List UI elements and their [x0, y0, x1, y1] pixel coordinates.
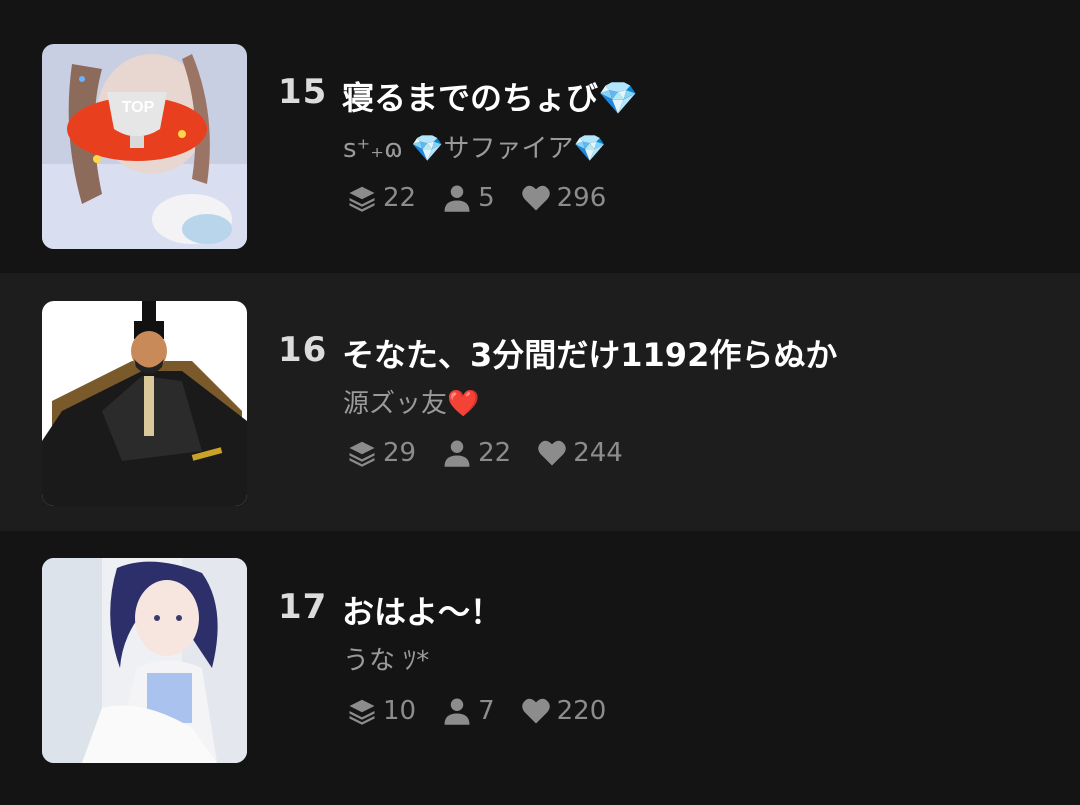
heart-icon — [538, 440, 566, 466]
item-title[interactable]: そなた、3分間だけ1192作らぬか — [342, 330, 837, 376]
users-count: 5 — [478, 183, 495, 213]
author-name[interactable]: うな ﾂ* — [343, 640, 429, 677]
rank-number: 15 — [278, 72, 328, 112]
users-stat: 22 — [442, 438, 511, 468]
thumbnail[interactable] — [42, 558, 247, 763]
list-item[interactable]: 17 おはよ〜！ うな ﾂ* 10 7 220 — [0, 531, 1080, 805]
stack-icon — [349, 186, 375, 212]
users-stat: 5 — [442, 183, 495, 213]
chapters-count: 10 — [383, 696, 417, 726]
heart-icon — [521, 185, 550, 211]
top-badge-text: TOP — [122, 99, 155, 116]
stats-row: 29 22 244 — [347, 438, 649, 468]
thumbnail[interactable]: TOP — [42, 44, 247, 249]
chapters-stat: 10 — [347, 696, 416, 726]
users-count: 22 — [478, 438, 512, 468]
likes-count: 296 — [556, 183, 607, 213]
likes-count: 220 — [556, 696, 607, 726]
likes-count: 244 — [573, 438, 623, 468]
item-title[interactable]: おはよ〜！ — [342, 587, 502, 633]
stats-row: 10 7 220 — [347, 696, 632, 726]
chapters-count: 29 — [383, 438, 417, 468]
item-title[interactable]: 寝るまでのちょび💎 — [342, 73, 638, 119]
likes-stat: 296 — [521, 183, 607, 213]
users-stat: 7 — [442, 696, 495, 726]
chapters-stat: 22 — [347, 183, 416, 213]
chapters-count: 22 — [383, 183, 417, 213]
person-icon — [444, 185, 470, 212]
thumbnail[interactable] — [42, 301, 247, 506]
stats-row: 22 5 296 — [347, 183, 632, 213]
likes-stat: 220 — [521, 696, 607, 726]
rank-number: 16 — [278, 330, 328, 370]
users-count: 7 — [478, 696, 495, 726]
person-icon — [444, 440, 470, 467]
stack-icon — [349, 441, 375, 467]
rank-number: 17 — [278, 587, 328, 627]
likes-stat: 244 — [537, 438, 623, 468]
list-item[interactable]: TOP 15 寝るまでのちょび💎 s⁺₊ɷ 💎サファイア💎 22 5 296 — [0, 0, 1080, 273]
list-item[interactable]: 16 そなた、3分間だけ1192作らぬか 源ズッ友❤️ 29 22 244 — [0, 273, 1080, 531]
chapters-stat: 29 — [347, 438, 416, 468]
author-name[interactable]: 源ズッ友❤️ — [343, 383, 479, 420]
heart-icon — [521, 698, 550, 724]
ranking-list: TOP 15 寝るまでのちょび💎 s⁺₊ɷ 💎サファイア💎 22 5 296 1… — [0, 0, 1080, 805]
author-name[interactable]: s⁺₊ɷ 💎サファイア💎 — [343, 128, 606, 165]
person-icon — [444, 698, 470, 725]
stack-icon — [349, 699, 375, 725]
